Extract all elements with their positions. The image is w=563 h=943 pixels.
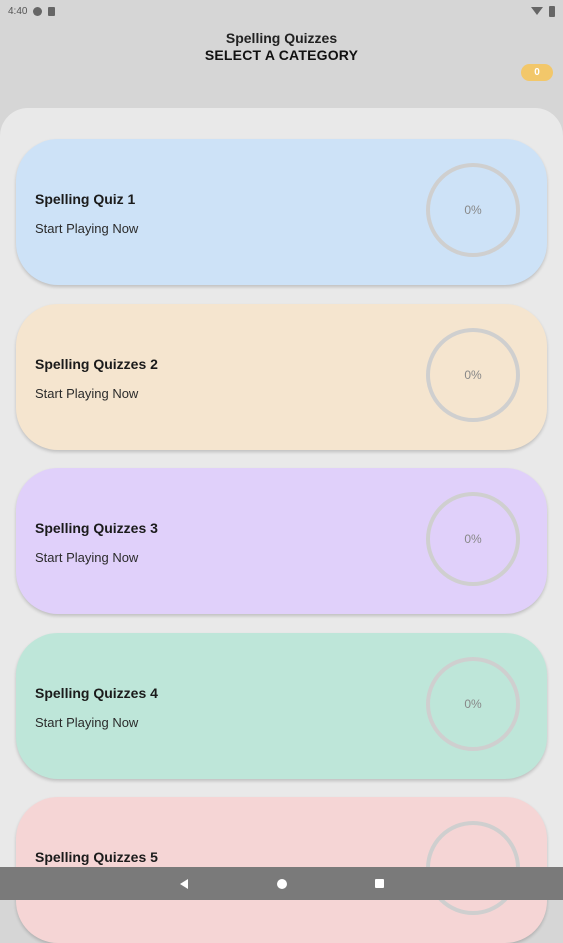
card-subtitle: Start Playing Now: [35, 715, 139, 730]
card-title: Spelling Quizzes 3: [35, 520, 158, 536]
battery-icon: [549, 5, 555, 17]
category-card-1[interactable]: Spelling Quiz 1 Start Playing Now 0%: [16, 139, 547, 285]
progress-ring: 0%: [426, 492, 520, 586]
header: Spelling Quizzes SELECT A CATEGORY: [0, 30, 563, 64]
notification-icon: [33, 6, 43, 16]
card-subtitle: Start Playing Now: [35, 221, 139, 236]
progress-ring: 0%: [426, 328, 520, 422]
sim-icon: [48, 6, 56, 16]
status-bar: 4:40: [0, 0, 563, 22]
category-panel: Spelling Quiz 1 Start Playing Now 0% Spe…: [0, 108, 563, 943]
recents-icon: [375, 879, 384, 888]
progress-text: 0%: [464, 532, 482, 546]
progress-text: 0%: [464, 697, 482, 711]
coin-badge[interactable]: 0: [521, 64, 553, 81]
category-card-2[interactable]: Spelling Quizzes 2 Start Playing Now 0%: [16, 304, 547, 450]
home-icon: [276, 878, 287, 889]
back-icon: [179, 878, 188, 889]
category-heading: SELECT A CATEGORY: [204, 47, 359, 63]
progress-ring: 0%: [426, 657, 520, 751]
card-title: Spelling Quizzes 4: [35, 685, 158, 701]
category-card-4[interactable]: Spelling Quizzes 4 Start Playing Now 0%: [16, 633, 547, 779]
card-title: Spelling Quizzes 2: [35, 356, 158, 372]
category-card-3[interactable]: Spelling Quizzes 3 Start Playing Now 0%: [16, 468, 547, 614]
card-subtitle: Start Playing Now: [35, 550, 139, 565]
navigation-bar: [0, 867, 563, 900]
card-title: Spelling Quizzes 5: [35, 849, 158, 865]
status-time: 4:40: [8, 5, 28, 17]
progress-text: 0%: [464, 203, 482, 217]
app-title: Spelling Quizzes: [225, 30, 338, 46]
progress-ring: 0%: [426, 163, 520, 257]
back-button[interactable]: [174, 874, 194, 894]
recents-button[interactable]: [370, 874, 390, 894]
card-title: Spelling Quiz 1: [35, 191, 136, 207]
home-button[interactable]: [272, 874, 292, 894]
card-subtitle: Start Playing Now: [35, 386, 139, 401]
wifi-icon: [531, 7, 543, 15]
progress-text: 0%: [464, 368, 482, 382]
